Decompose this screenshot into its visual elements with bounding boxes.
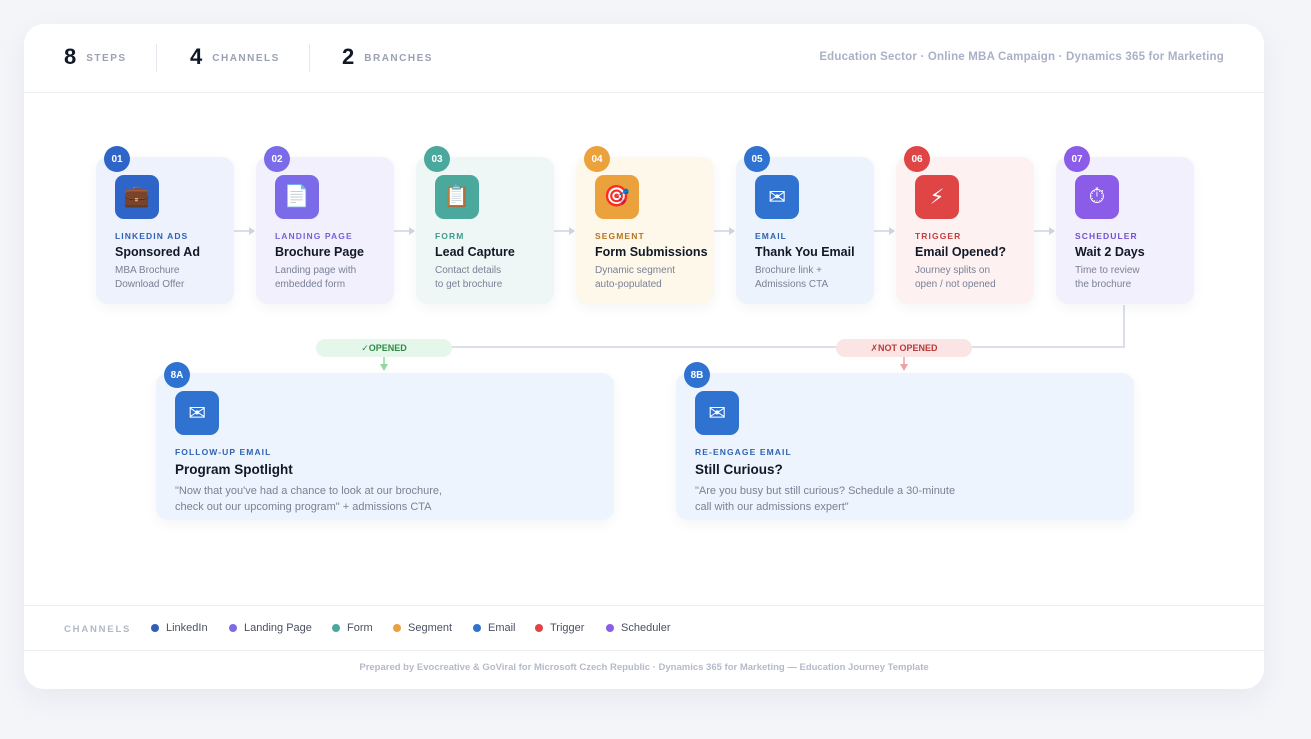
- branch-card-re-engage[interactable]: 8B ✉ RE-ENGAGE EMAIL Still Curious? "Are…: [676, 362, 1134, 520]
- footer-credits: Prepared by Evocreative & GoViral for Mi…: [359, 662, 929, 673]
- channel-legend: CHANNELS LinkedIn Landing Page Form Segm…: [24, 605, 1264, 651]
- envelope-icon: ✉: [695, 391, 739, 435]
- step-title: Lead Capture: [435, 245, 515, 259]
- briefcase-icon: 💼: [115, 175, 159, 219]
- step-title: Form Submissions: [595, 245, 708, 259]
- legend-label: Email: [488, 622, 516, 634]
- step-card-landing-page[interactable]: 02 📄 LANDING PAGE Brochure Page Landing …: [256, 146, 394, 304]
- step-card-scheduler[interactable]: 07 ⏱ SCHEDULER Wait 2 Days Time to revie…: [1056, 146, 1194, 304]
- branch-category: FOLLOW-UP EMAIL: [175, 447, 272, 457]
- step-card-form[interactable]: 03 📋 FORM Lead Capture Contact details to…: [416, 146, 554, 304]
- step-number-badge: 05: [744, 146, 770, 172]
- legend-label: Segment: [408, 622, 453, 634]
- opened-pill: ✓OPENED: [316, 339, 452, 357]
- step-description: Dynamic segment auto-populated: [595, 265, 676, 290]
- legend-label: Form: [347, 622, 373, 634]
- step-description: Contact details to get brochure: [435, 265, 503, 290]
- legend-item-linkedin: LinkedIn: [151, 622, 208, 634]
- branch-number-badge: 8B: [684, 362, 710, 388]
- journey-card: 8 STEPS 4 CHANNELS 2 BRANCHES Education …: [24, 24, 1264, 689]
- step-card-email[interactable]: 05 ✉ EMAIL Thank You Email Brochure link…: [736, 146, 874, 304]
- branch-card-follow-up[interactable]: 8A ✉ FOLLOW-UP EMAIL Program Spotlight "…: [156, 362, 614, 520]
- step-title: Wait 2 Days: [1075, 245, 1145, 259]
- legend-item-form: Form: [332, 622, 373, 634]
- legend-label: Trigger: [550, 622, 585, 634]
- step-card-trigger[interactable]: 06 ⚡ TRIGGER Email Opened? Journey split…: [896, 146, 1034, 304]
- step-category: TRIGGER: [915, 231, 962, 241]
- lightning-icon: ⚡: [915, 175, 959, 219]
- legend-label: Scheduler: [621, 622, 671, 634]
- step-category: SCHEDULER: [1075, 231, 1138, 241]
- branch-description: "Are you busy but still curious? Schedul…: [695, 485, 956, 513]
- step-description: Time to review the brochure: [1075, 265, 1140, 290]
- legend-item-landing-page: Landing Page: [229, 622, 312, 634]
- legend-dot: [535, 624, 543, 632]
- step-title: Sponsored Ad: [115, 245, 200, 259]
- legend-item-email: Email: [473, 622, 516, 634]
- step-category: EMAIL: [755, 231, 787, 241]
- step-number-badge: 04: [584, 146, 610, 172]
- envelope-icon: ✉: [175, 391, 219, 435]
- step-description: Journey splits on open / not opened: [915, 265, 996, 290]
- stopwatch-icon: ⏱: [1075, 175, 1119, 219]
- legend-label: LinkedIn: [166, 622, 208, 634]
- branch-category: RE-ENGAGE EMAIL: [695, 447, 792, 457]
- legend-dot: [332, 624, 340, 632]
- step-title: Email Opened?: [915, 245, 1006, 259]
- legend-dot: [473, 624, 481, 632]
- legend-dot: [606, 624, 614, 632]
- not-opened-pill: ✗NOT OPENED: [836, 339, 972, 357]
- step-number-badge: 06: [904, 146, 930, 172]
- clipboard-icon: 📋: [435, 175, 479, 219]
- step-number-badge: 07: [1064, 146, 1090, 172]
- step-category: LANDING PAGE: [275, 231, 353, 241]
- step-description: Brochure link + Admissions CTA: [755, 265, 829, 290]
- step-category: FORM: [435, 231, 465, 241]
- step-description: Landing page with embedded form: [275, 265, 357, 290]
- branch-description: "Now that you've had a chance to look at…: [175, 485, 443, 513]
- legend-item-scheduler: Scheduler: [606, 622, 671, 634]
- step-card-linkedin[interactable]: 01 💼 LINKEDIN ADS Sponsored Ad MBA Broch…: [96, 146, 234, 304]
- step-category: SEGMENT: [595, 231, 645, 241]
- branch-number-badge: 8A: [164, 362, 190, 388]
- step-number-badge: 01: [104, 146, 130, 172]
- legend-item-trigger: Trigger: [535, 622, 584, 634]
- page-icon: 📄: [275, 175, 319, 219]
- step-number-badge: 02: [264, 146, 290, 172]
- step-category: LINKEDIN ADS: [115, 231, 189, 241]
- legend-label: Landing Page: [244, 622, 312, 634]
- legend-item-segment: Segment: [393, 622, 452, 634]
- branch-title: Still Curious?: [695, 462, 783, 477]
- legend-title: CHANNELS: [64, 624, 132, 635]
- step-card-segment[interactable]: 04 🎯 SEGMENT Form Submissions Dynamic se…: [576, 146, 714, 304]
- step-number-badge: 03: [424, 146, 450, 172]
- legend-dot: [151, 624, 159, 632]
- legend-dot: [229, 624, 237, 632]
- branch-line: [384, 305, 1125, 348]
- step-description: MBA Brochure Download Offer: [115, 265, 185, 290]
- step-title: Brochure Page: [275, 245, 364, 259]
- target-icon: 🎯: [595, 175, 639, 219]
- envelope-icon: ✉: [755, 175, 799, 219]
- step-title: Thank You Email: [755, 245, 855, 259]
- branch-title: Program Spotlight: [175, 462, 293, 477]
- legend-dot: [393, 624, 401, 632]
